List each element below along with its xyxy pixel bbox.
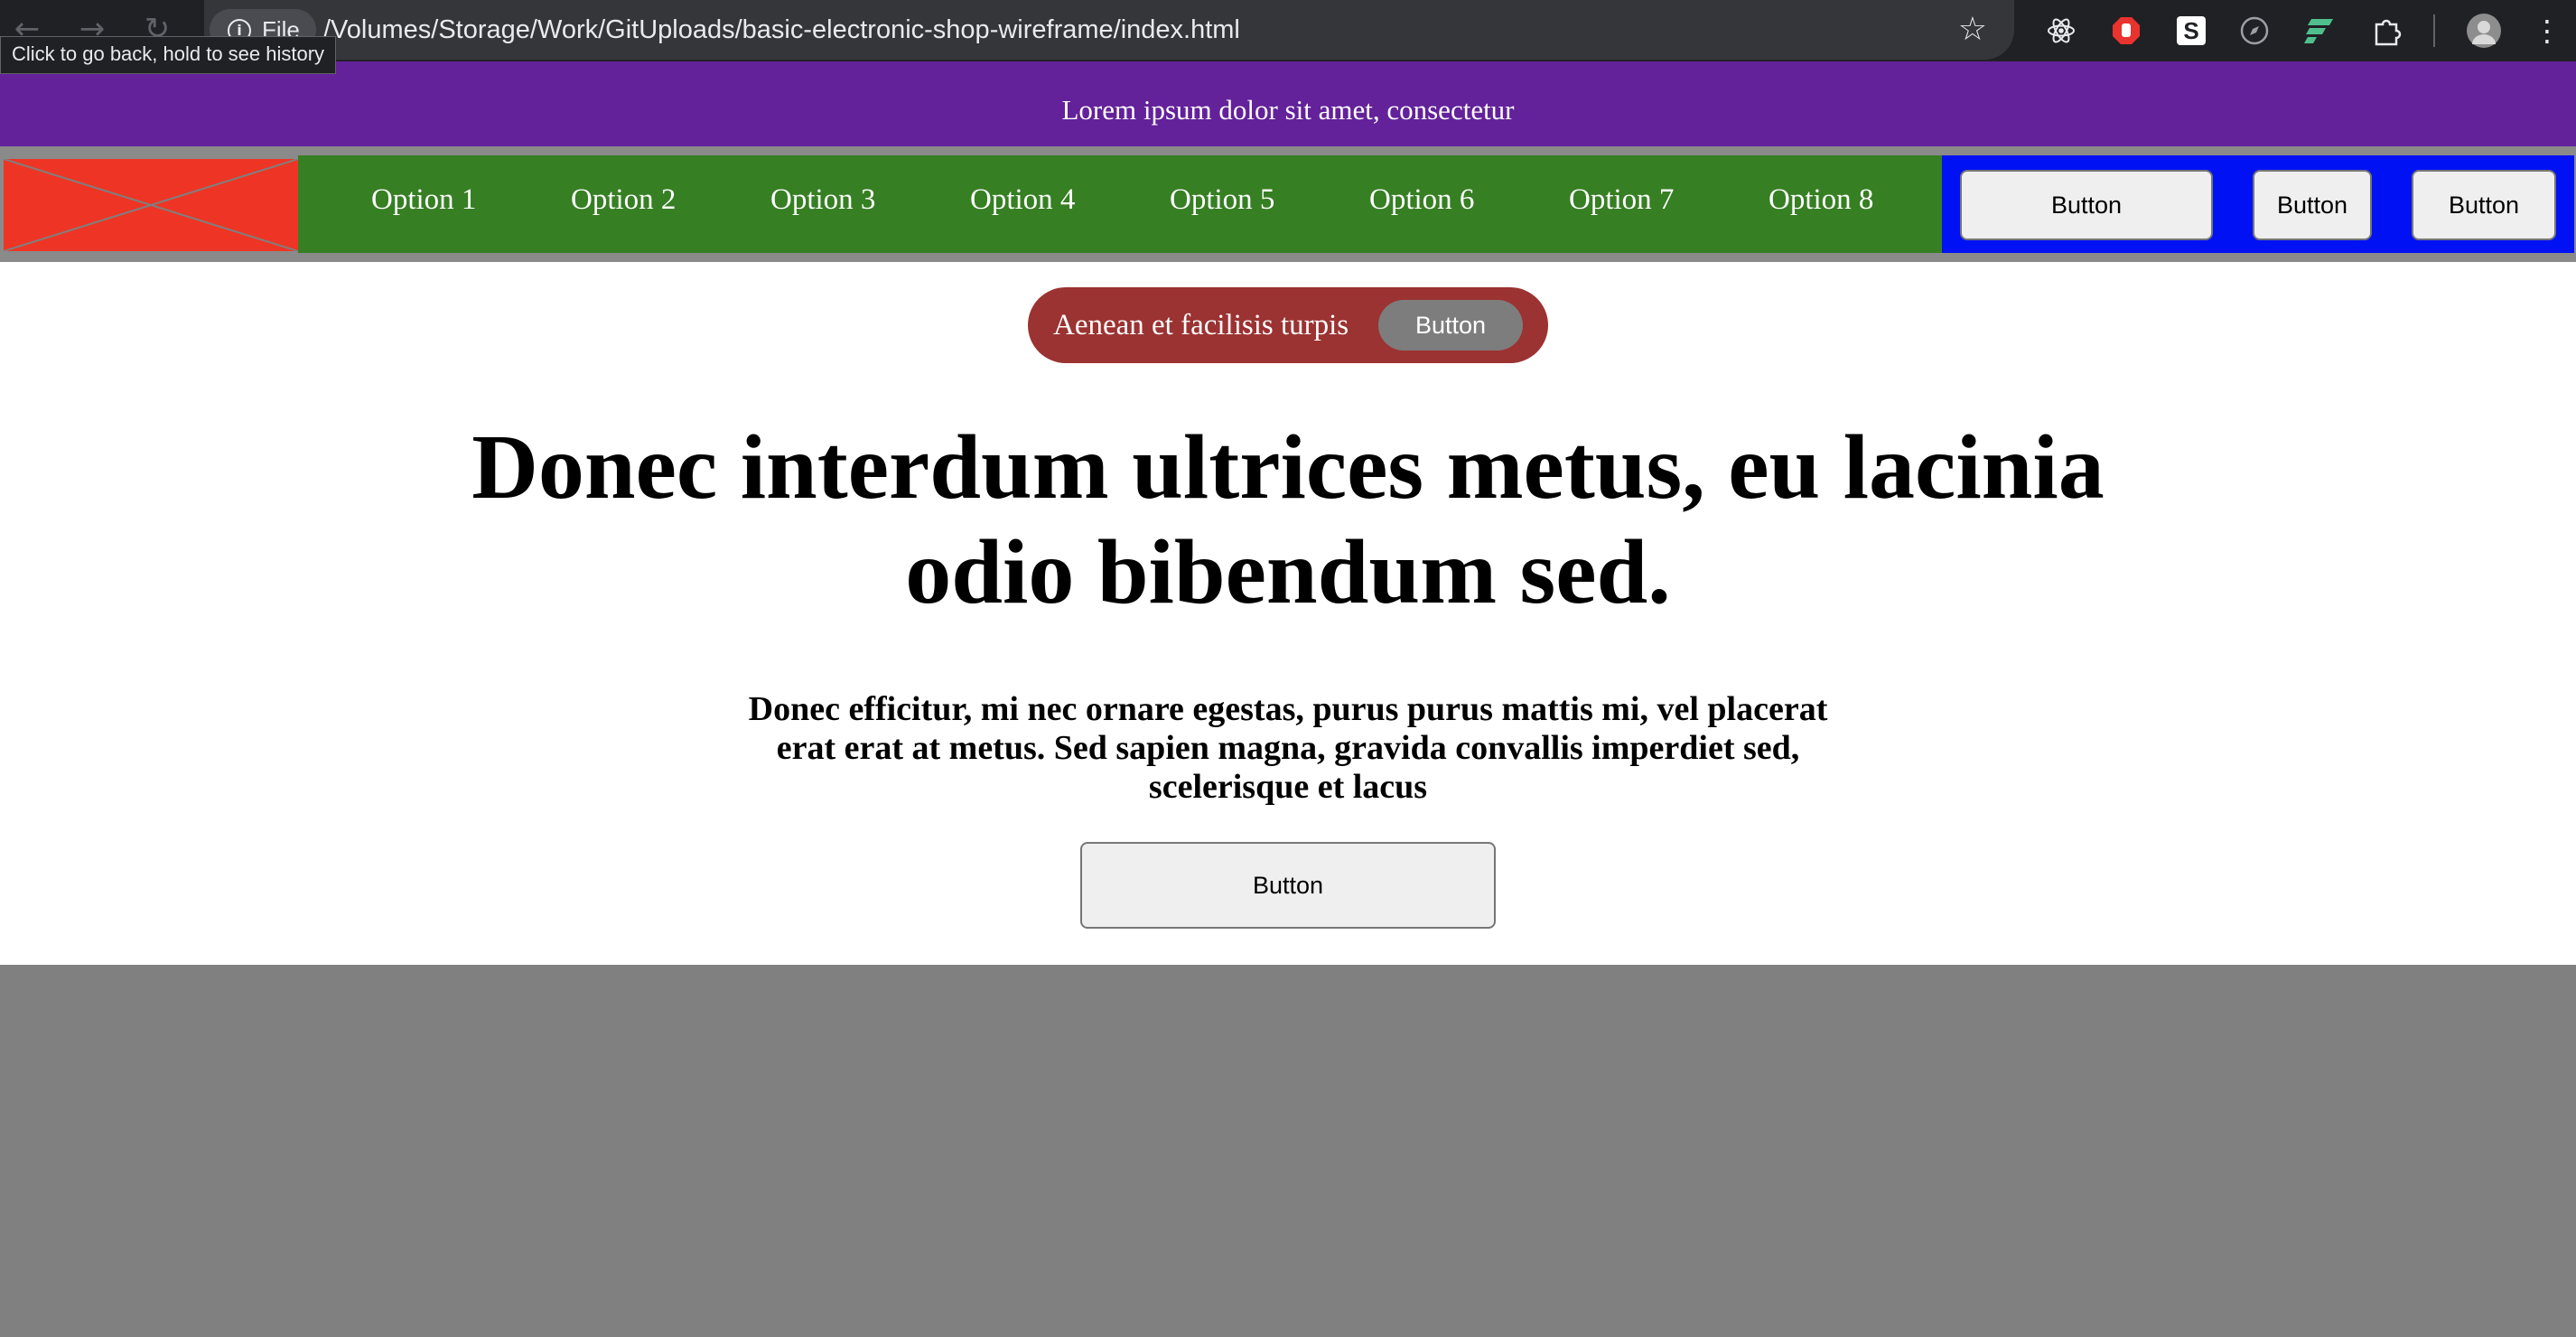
stop-hand-icon[interactable] xyxy=(2108,13,2144,49)
menu-option-3[interactable]: Option 3 xyxy=(770,155,875,253)
hero-headline: Donec interdum ultrices metus, eu lacini… xyxy=(471,416,2105,623)
site-header: Option 1 Option 2 Option 3 Option 4 Opti… xyxy=(0,146,2576,262)
page-footer-area xyxy=(0,965,2576,1337)
puzzle-icon[interactable] xyxy=(2368,13,2404,49)
header-button-2[interactable]: Button xyxy=(2253,170,2372,240)
compass-icon[interactable] xyxy=(2236,13,2273,49)
header-button-3[interactable]: Button xyxy=(2412,170,2556,240)
menu-option-7[interactable]: Option 7 xyxy=(1569,155,1674,253)
announcement-text: Lorem ipsum dolor sit amet, consectetur xyxy=(1061,94,1515,126)
browser-toolbar: ← → ↻ i File /Volumes/Storage/Work/GitUpl… xyxy=(0,0,2576,61)
lines-extension-icon[interactable] xyxy=(2301,13,2338,49)
header-button-1[interactable]: Button xyxy=(1960,170,2213,240)
menu-option-1[interactable]: Option 1 xyxy=(371,155,476,253)
hero-section: Aenean et facilisis turpis Button Donec … xyxy=(0,262,2576,965)
menu-option-2[interactable]: Option 2 xyxy=(571,155,676,253)
announcement-bar: Lorem ipsum dolor sit amet, consectetur xyxy=(0,61,2576,146)
menu-option-8[interactable]: Option 8 xyxy=(1769,155,1873,253)
browser-menu-icon[interactable]: ⋮ xyxy=(2529,13,2565,49)
hero-subtext: Donec efficitur, mi nec ornare egestas, … xyxy=(748,690,1828,806)
avatar[interactable] xyxy=(2466,13,2502,49)
menu-option-6[interactable]: Option 6 xyxy=(1369,155,1474,253)
back-button-tooltip: Click to go back, hold to see history xyxy=(0,36,337,74)
toolbar-divider xyxy=(2433,14,2435,47)
promo-button[interactable]: Button xyxy=(1378,300,1523,351)
cta-button[interactable]: Button xyxy=(1080,842,1496,929)
react-devtools-icon[interactable] xyxy=(2043,13,2079,49)
menu-option-5[interactable]: Option 5 xyxy=(1170,155,1274,253)
logo-placeholder-image[interactable] xyxy=(4,159,298,251)
promo-text: Aenean et facilisis turpis xyxy=(1053,309,1349,341)
url-text[interactable]: /Volumes/Storage/Work/GitUploads/basic-e… xyxy=(323,0,1240,60)
menu-option-4[interactable]: Option 4 xyxy=(970,155,1075,253)
address-bar[interactable]: i File /Volumes/Storage/Work/GitUploads/b… xyxy=(204,0,2014,60)
header-button-bar: Button Button Button xyxy=(1942,155,2574,253)
bookmark-star-icon[interactable]: ☆ xyxy=(1958,7,1987,52)
promo-pill: Aenean et facilisis turpis Button xyxy=(1028,287,1548,363)
s-extension-icon[interactable]: S xyxy=(2173,13,2209,49)
main-menu: Option 1 Option 2 Option 3 Option 4 Opti… xyxy=(298,155,1942,253)
svg-text:S: S xyxy=(2183,17,2198,44)
